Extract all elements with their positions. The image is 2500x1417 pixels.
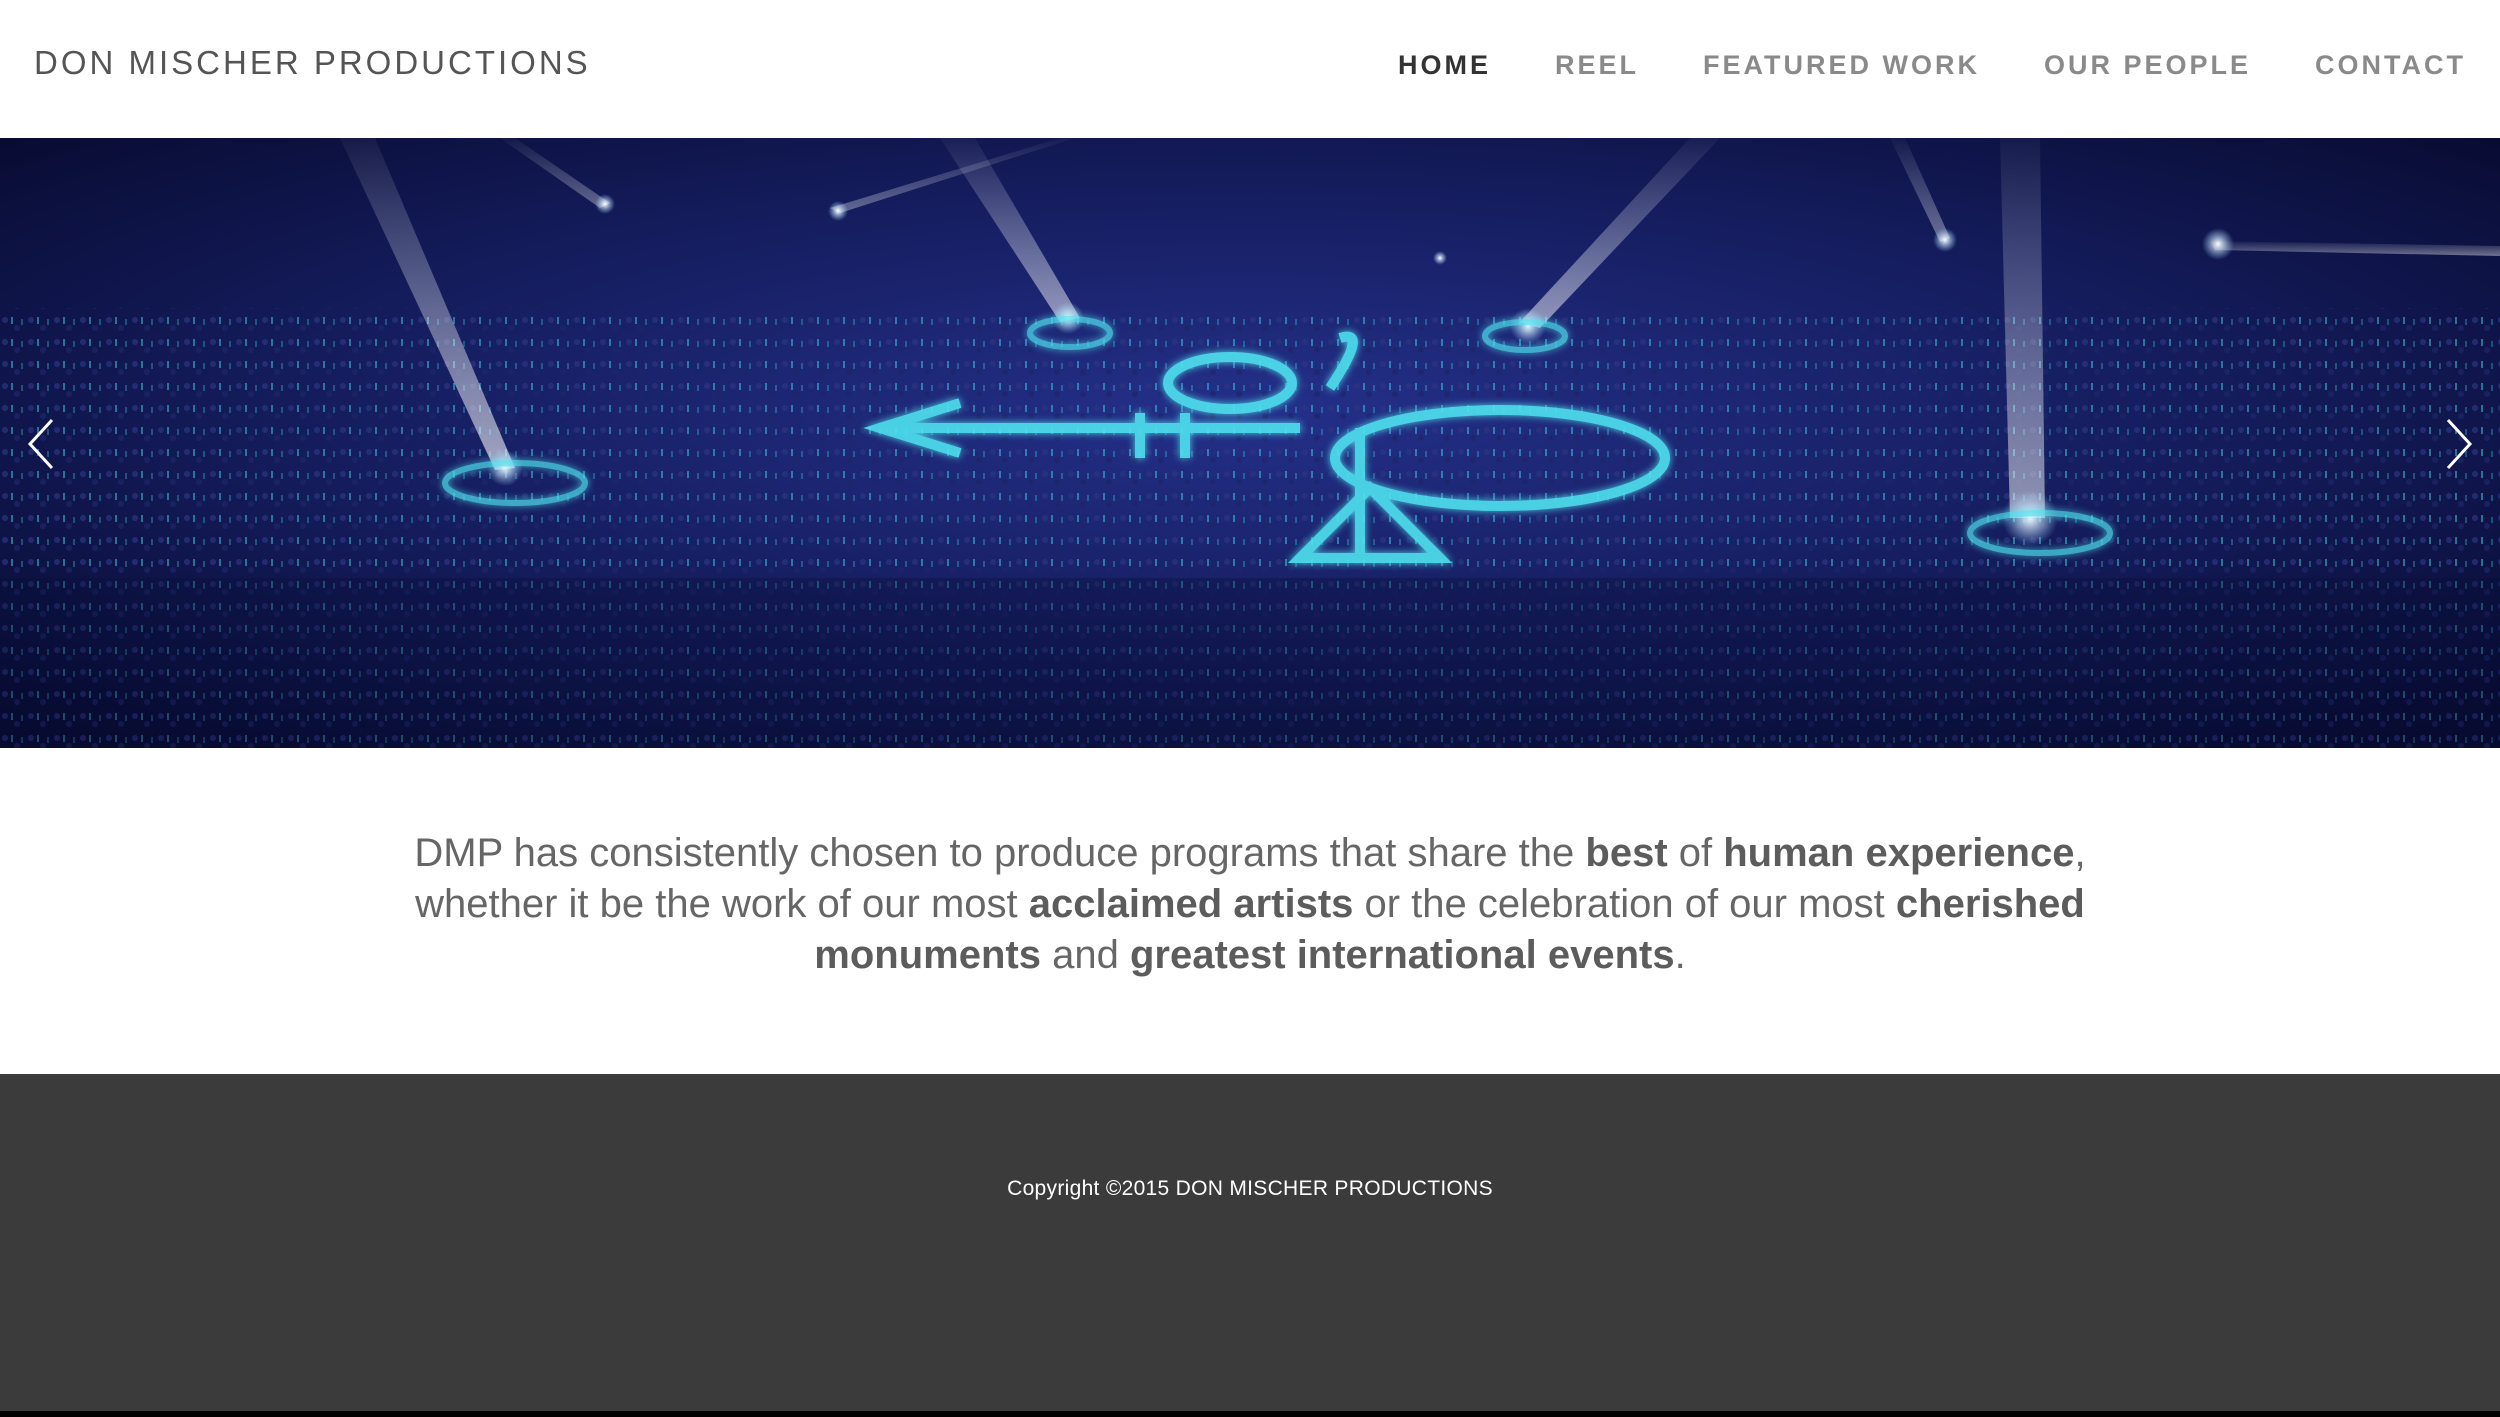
slideshow-prev-button[interactable] <box>10 406 70 482</box>
intro-highlight: human experience <box>1723 831 2075 875</box>
main-nav: HOME REEL FEATURED WORK OUR PEOPLE CONTA… <box>1334 50 2466 81</box>
hero-image <box>0 138 2500 748</box>
intro-text: of <box>1667 831 1724 875</box>
intro-statement: DMP has consistently chosen to produce p… <box>400 828 2100 981</box>
nav-reel[interactable]: REEL <box>1555 50 1639 81</box>
intro-highlight: greatest international events <box>1129 933 1675 977</box>
intro-text: DMP has consistently chosen to produce p… <box>414 831 1586 875</box>
nav-featured-work[interactable]: FEATURED WORK <box>1703 50 1980 81</box>
nav-our-people[interactable]: OUR PEOPLE <box>2044 50 2251 81</box>
intro-highlight: best <box>1585 831 1668 875</box>
copyright-text: Copyright ©2015 DON MISCHER PRODUCTIONS <box>1007 1177 1493 1200</box>
chevron-left-icon <box>27 418 54 470</box>
slideshow-next-button[interactable] <box>2430 406 2490 482</box>
intro-text: or the celebration of our most <box>1353 882 1896 926</box>
nav-home[interactable]: HOME <box>1398 50 1491 81</box>
site-title-link[interactable]: DON MISCHER PRODUCTIONS <box>34 44 591 82</box>
site-header: DON MISCHER PRODUCTIONS HOME REEL FEATUR… <box>0 0 2500 138</box>
chevron-right-icon <box>2446 418 2473 470</box>
nav-contact[interactable]: CONTACT <box>2315 50 2466 81</box>
intro-highlight: acclaimed artists <box>1028 882 1354 926</box>
intro-text: and <box>1040 933 1130 977</box>
page: DON MISCHER PRODUCTIONS HOME REEL FEATUR… <box>0 0 2500 1411</box>
intro-text: . <box>1674 933 1686 977</box>
site-footer: Copyright ©2015 DON MISCHER PRODUCTIONS <box>0 1074 2500 1411</box>
hero-slideshow[interactable] <box>0 138 2500 748</box>
